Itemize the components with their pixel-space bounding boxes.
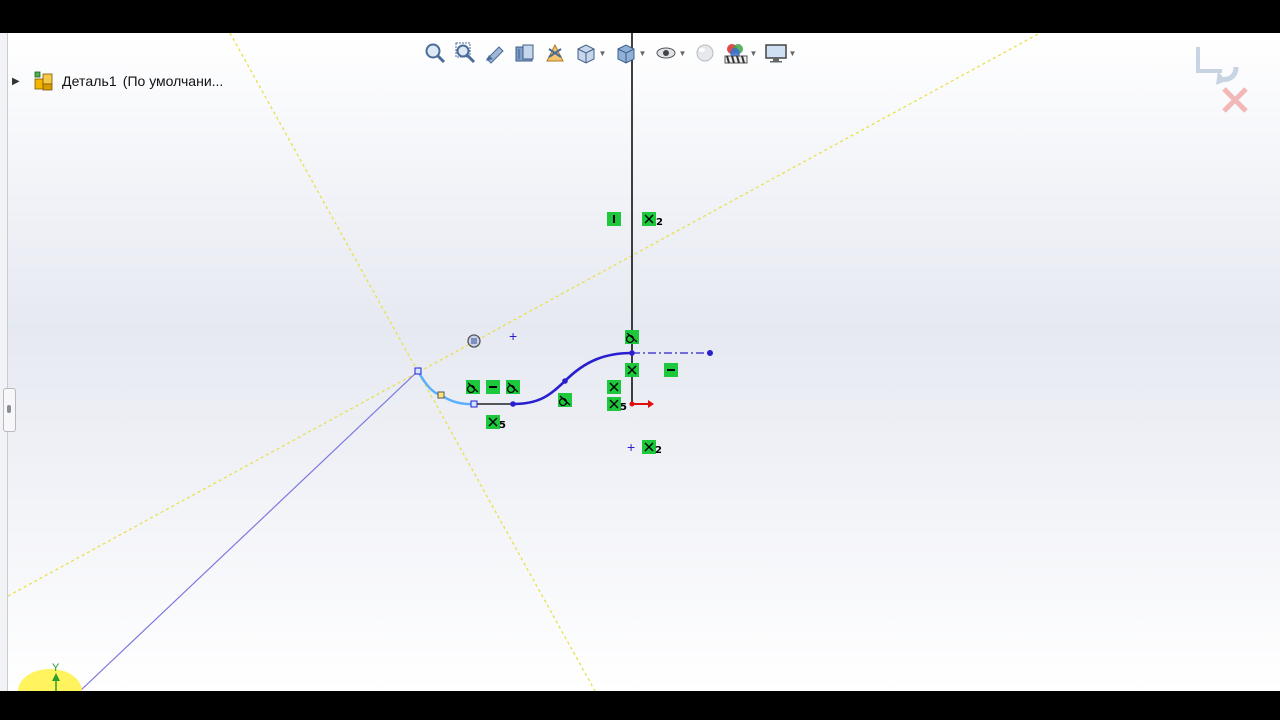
graphics-area[interactable]: + + 2 5 5 2 Y ▶ Деталь1 (По умолчани... … (0, 33, 1280, 691)
triad-y-label: Y (52, 662, 60, 674)
screen-bottom-bar (0, 691, 1280, 720)
selected-arc-segment[interactable] (416, 370, 475, 406)
hide-show-icon (656, 47, 676, 59)
dropdown-caret-icon[interactable]: ▼ (750, 49, 758, 58)
centerline-endpoint[interactable] (707, 350, 713, 356)
relation-label-2: 5 (620, 402, 627, 413)
sketch-point-1[interactable] (510, 401, 516, 407)
previous-view-button[interactable] (480, 39, 510, 67)
plus-marker-2: + (627, 439, 635, 455)
construction-line-2[interactable] (229, 33, 596, 691)
dropdown-caret-icon[interactable]: ▼ (789, 49, 797, 58)
cursor-highlight (18, 669, 82, 691)
relation-horizontal[interactable] (664, 363, 678, 377)
part-name: Деталь1 (62, 73, 117, 89)
apply-scene-button[interactable]: ▼ (720, 39, 760, 67)
zoom-to-fit-button[interactable] (420, 39, 450, 67)
construction-line-1[interactable] (7, 33, 1041, 597)
scene-icon (724, 44, 748, 64)
view-orientation-button[interactable]: ▼ (570, 39, 610, 67)
heads-up-view-toolbar: ▼ ▼ ▼ ▼ ▼ (420, 39, 800, 67)
display-style-button[interactable]: ▼ (610, 39, 650, 67)
arc-center-inner (471, 338, 477, 344)
zoom-area-icon (455, 42, 476, 64)
relation-coincident-3[interactable] (607, 380, 621, 394)
relation-coincident-4[interactable]: 5 (607, 397, 627, 413)
relation-tangent-top[interactable] (625, 330, 639, 344)
relation-tangent-2[interactable] (506, 380, 520, 394)
dynamic-annotation-views-button[interactable] (540, 39, 570, 67)
origin-x-arrowhead (648, 400, 654, 408)
relation-label-4: 2 (655, 445, 662, 456)
relation-tangent-1[interactable] (466, 380, 480, 394)
dropdown-caret-icon[interactable]: ▼ (679, 49, 687, 58)
expand-arrow-icon[interactable]: ▶ (12, 76, 22, 87)
feature-tree-root[interactable]: ▶ Деталь1 (По умолчани... (12, 69, 223, 93)
edit-appearance-button[interactable] (690, 39, 720, 67)
dropdown-caret-icon[interactable]: ▼ (639, 49, 647, 58)
view-settings-button[interactable]: ▼ (760, 39, 800, 67)
configuration-name: (По умолчани... (122, 73, 224, 89)
cancel-icon[interactable] (1218, 83, 1252, 117)
confirmation-corner (1192, 41, 1252, 121)
appearance-icon (696, 44, 714, 62)
relation-vertical[interactable] (607, 212, 621, 226)
screen-top-bar (0, 0, 1280, 33)
view-orientation-icon (577, 44, 595, 64)
hide-show-items-button[interactable]: ▼ (650, 39, 690, 67)
relation-tangent-3[interactable] (558, 393, 572, 407)
relation-horizontal-2[interactable] (486, 380, 500, 394)
display-style-icon (617, 44, 635, 64)
monitor-icon (764, 44, 787, 63)
zoom-fit-icon (425, 43, 446, 64)
annotation-view-icon (546, 43, 564, 62)
sketch-line-long[interactable] (79, 370, 419, 691)
origin-point[interactable] (629, 401, 635, 407)
sketch-canvas[interactable]: + + 2 5 5 2 Y (0, 33, 1280, 691)
relation-coincident-5[interactable]: 5 (486, 415, 506, 431)
relation-label-1: 2 (656, 217, 663, 228)
endpoint-square-2[interactable] (437, 391, 445, 399)
relation-label-3: 5 (499, 420, 506, 431)
relation-coincident-1[interactable]: 2 (642, 212, 663, 228)
endpoint-square-3[interactable] (470, 400, 478, 408)
endpoint-square-1[interactable] (414, 367, 422, 375)
sketch-spline[interactable] (512, 351, 633, 406)
zoom-to-area-button[interactable] (450, 39, 480, 67)
feature-tree-pane-edge (0, 33, 8, 691)
exit-sketch-icon[interactable] (1192, 41, 1252, 85)
dropdown-caret-icon[interactable]: ▼ (599, 49, 607, 58)
sketch-point-2[interactable] (562, 378, 568, 384)
section-view-icon (515, 44, 534, 62)
relation-coincident-6[interactable]: 2 (642, 440, 662, 456)
previous-view-icon (486, 46, 504, 64)
relation-coincident-2[interactable] (625, 363, 639, 377)
pane-collapse-handle[interactable] (3, 388, 16, 432)
plus-marker-1: + (509, 328, 517, 344)
sketch-point-3[interactable] (629, 350, 635, 356)
part-icon (34, 71, 53, 91)
section-view-button[interactable] (510, 39, 540, 67)
